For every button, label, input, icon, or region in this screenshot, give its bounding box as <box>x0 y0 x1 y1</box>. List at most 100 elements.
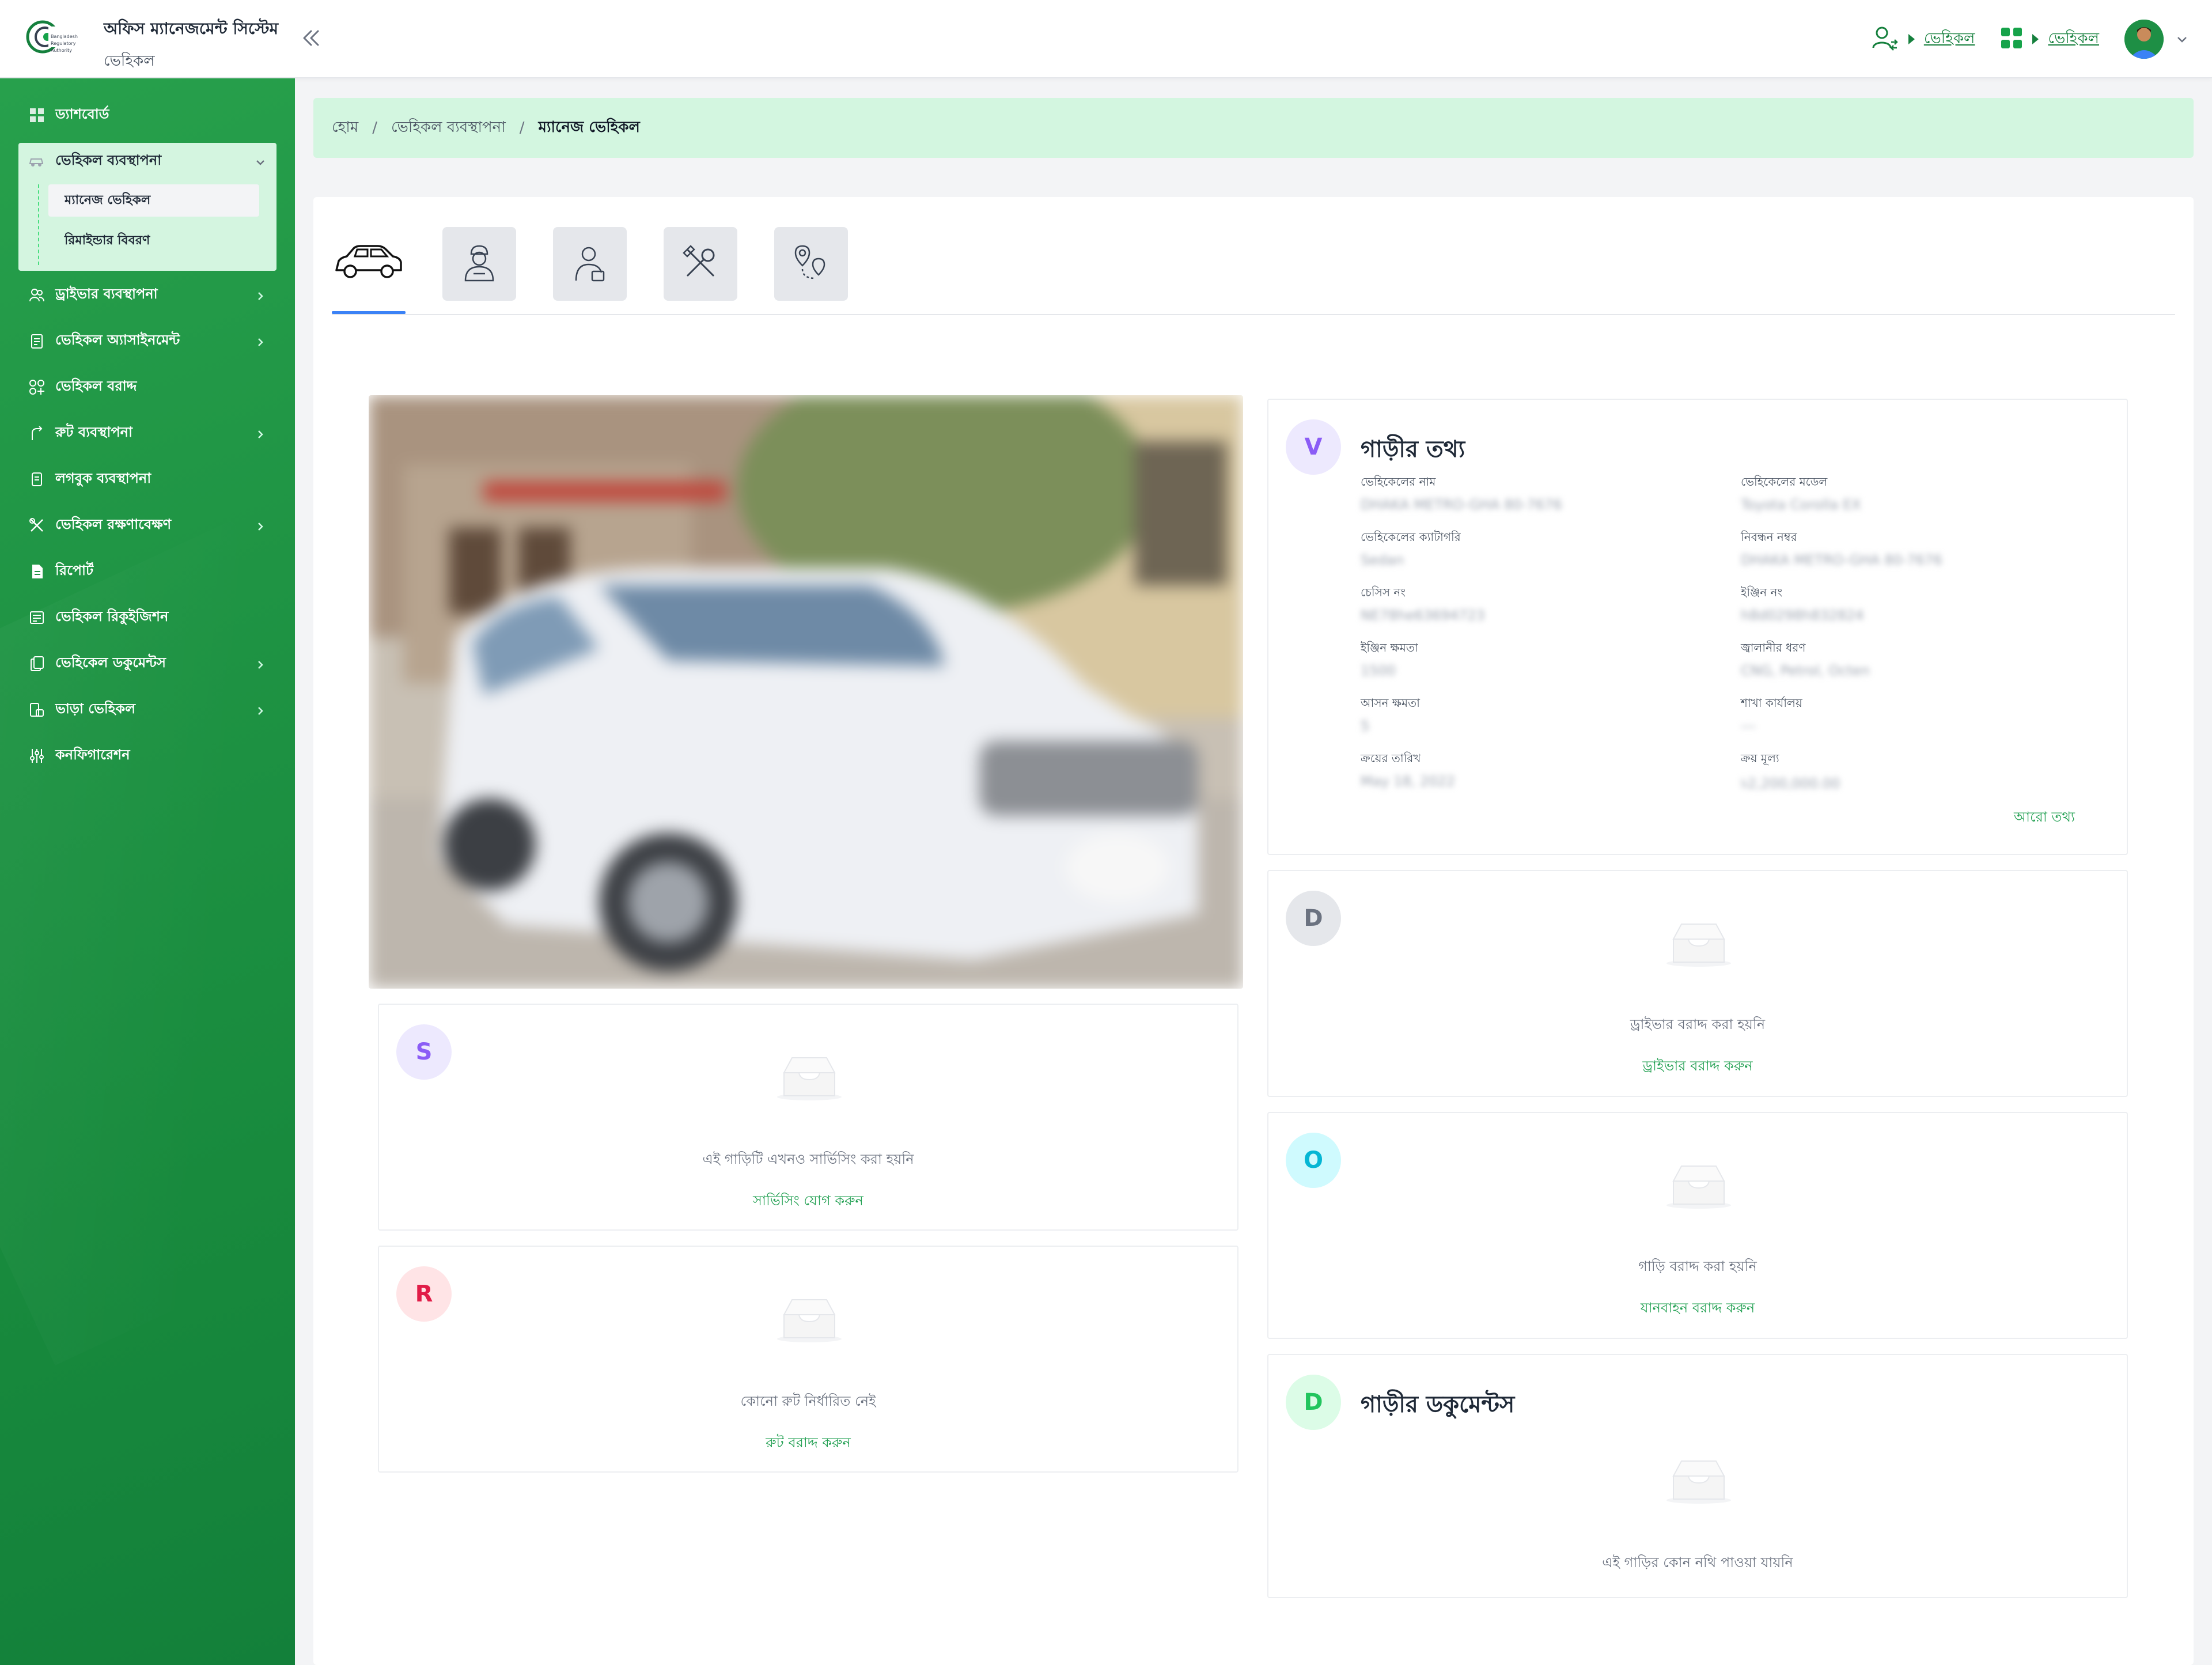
sidebar-item-logbook-management[interactable]: লগবুক ব্যবস্থাপনা <box>18 461 276 498</box>
field-value: DHAKA METRO-GHA 80-7676 <box>1741 552 1942 568</box>
field-value: May 18, 2022 <box>1361 773 1456 789</box>
service-letter-badge: S <box>396 1024 452 1080</box>
sidebar-item-rent-vehicle[interactable]: ভাড়া ভেহিকল <box>18 691 276 728</box>
driver-icon <box>462 244 497 284</box>
empty-inbox-icon <box>775 1053 844 1102</box>
sidebar-item-configuration[interactable]: কনফিগারেশন <box>18 737 276 774</box>
sidebar-item-label: লগবুক ব্যবস্থাপনা <box>55 470 151 486</box>
breadcrumb-section[interactable]: ভেহিকল ব্যবস্থাপনা <box>391 115 506 141</box>
allocation-card: O গাড়ি বরাদ্দ করা হয়নি যানবাহন বরাদ্দ … <box>1267 1112 2128 1339</box>
field-value: Toyota Corolla EX <box>1741 497 1861 513</box>
header-actions: ভেহিকল ভেহিকল <box>1870 17 2189 61</box>
tab-vehicle[interactable] <box>332 227 406 301</box>
user-avatar[interactable] <box>2124 20 2164 59</box>
chevron-right-icon <box>255 658 266 669</box>
tab-divider <box>332 314 2175 315</box>
breadcrumb-home[interactable]: হোম <box>332 115 358 141</box>
route-empty-text: কোনো রুট নির্ধারিত নেই <box>740 1393 876 1409</box>
assigned-person-icon <box>573 244 607 284</box>
vehicle-detail-panel: S এই গাড়িটি এখনও সার্ভিসিং করা হয়নি সা… <box>313 197 2194 1665</box>
field-value: ৳2,200,000.00 <box>1741 775 1840 792</box>
sidebar-item-label: ভেহিকল ব্যবস্থাপনা <box>55 152 162 168</box>
submenu-item-reminder-details[interactable]: রিমাইন্ডার বিবরণ <box>48 225 259 257</box>
field-value: Sedan <box>1361 552 1404 568</box>
brta-logo[interactable]: Bangladesh Regulatory Authority <box>25 16 83 62</box>
tab-assigned-person[interactable] <box>553 227 627 301</box>
empty-inbox-icon <box>1664 1161 1733 1210</box>
sidebar-item-label: ভেহিকল রিকুইজিশন <box>55 608 169 625</box>
add-servicing-link[interactable]: সার্ভিসিং যোগ করুন <box>379 1190 1237 1213</box>
svg-text:Authority: Authority <box>51 48 72 53</box>
sidebar-item-vehicle-requisition[interactable]: ভেহিকল রিকুইজিশন <box>18 599 276 636</box>
sidebar-item-vehicle-documents[interactable]: ভেহিকেল ডকুমেন্টস <box>18 645 276 682</box>
vehicle-info-card: V গাড়ীর তথ্য ভেহিকেলের নাম DHAKA METRO-… <box>1267 399 2128 855</box>
chevron-right-icon <box>255 520 266 531</box>
sidebar-item-label: রিপোর্ট <box>55 562 94 578</box>
chevron-down-icon[interactable] <box>2175 32 2189 46</box>
system-name: অফিস ম্যানেজমেন্ট সিস্টেম <box>104 19 279 38</box>
module-name: ভেহিকল <box>104 52 155 70</box>
chevron-down-icon <box>255 156 266 172</box>
svg-text:Bangladesh: Bangladesh <box>51 34 78 39</box>
field-label: ক্রয় মূল্য <box>1741 751 1779 765</box>
documents-empty-text: এই গাড়ির কোন নথি পাওয়া যায়নি <box>1602 1554 1793 1571</box>
sidebar-item-label: কনফিগারেশন <box>55 747 130 763</box>
vehicle-info-title: গাড়ীর তথ্য <box>1361 436 1465 463</box>
vehicle-user-link[interactable]: ভেহিকল <box>1870 24 1975 55</box>
breadcrumb: হোম / ভেহিকল ব্যবস্থাপনা / ম্যানেজ ভেহিক… <box>313 98 2194 158</box>
car-icon <box>333 243 404 285</box>
route-card: R কোনো রুট নির্ধারিত নেই রুট বরাদ্দ করুন <box>378 1246 1238 1473</box>
breadcrumb-separator: / <box>372 119 377 137</box>
collapse-sidebar-icon[interactable] <box>298 25 324 51</box>
sidebar-item-route-management[interactable]: রুট ব্যবস্থাপনা <box>18 415 276 452</box>
sidebar-item-label: ড্যাশবোর্ড <box>55 106 109 122</box>
car-icon <box>28 152 46 171</box>
field-value: CNG, Petrol, Octen <box>1741 663 1870 679</box>
logbook-icon <box>28 470 46 489</box>
sidebar-item-vehicle-allocation[interactable]: ভেহিকল বরাদ্দ <box>18 369 276 406</box>
sidebar-item-driver-management[interactable]: ড্রাইভার ব্যবস্থাপনা <box>18 277 276 313</box>
caret-right-icon <box>2032 34 2039 44</box>
field-label: ভেহিকেলের নাম <box>1361 475 1436 489</box>
chevron-right-icon <box>255 335 266 347</box>
assign-driver-link[interactable]: ড্রাইভার বরাদ্দ করুন <box>1268 1055 2127 1079</box>
field-label: শাখা কার্যালয় <box>1741 696 1802 710</box>
sidebar: ড্যাশবোর্ড ভেহিকল ব্যবস্থাপনা ম্যানেজ ভে… <box>0 78 295 1665</box>
chevron-right-icon <box>255 704 266 716</box>
requisition-icon <box>28 608 46 627</box>
tab-maintenance[interactable] <box>664 227 737 301</box>
documents-icon <box>28 654 46 673</box>
sidebar-group-vehicle-management: ভেহিকল ব্যবস্থাপনা ম্যানেজ ভেহিকল রিমাইন… <box>18 143 276 271</box>
assign-route-link[interactable]: রুট বরাদ্দ করুন <box>379 1432 1237 1455</box>
chevron-right-icon <box>255 427 266 439</box>
assign-vehicle-link[interactable]: যানবাহন বরাদ্দ করুন <box>1268 1297 2127 1320</box>
tab-driver[interactable] <box>442 227 516 301</box>
route-letter-badge: R <box>396 1266 452 1322</box>
vehicle-apps-link[interactable]: ভেহিকল <box>2000 27 2099 52</box>
documents-title: গাড়ীর ডকুমেন্টস <box>1361 1391 1515 1418</box>
field-label: ইঞ্জিন নং <box>1741 585 1783 599</box>
sidebar-item-report[interactable]: রিপোর্ট <box>18 553 276 590</box>
submenu-item-manage-vehicle[interactable]: ম্যানেজ ভেহিকল <box>48 184 259 217</box>
report-icon <box>28 562 46 581</box>
header-link-label[interactable]: ভেহিকল <box>2048 27 2099 52</box>
config-icon <box>28 747 46 765</box>
sidebar-item-label: ভেহিকল বরাদ্দ <box>55 378 137 394</box>
sidebar-item-vehicle-assignment[interactable]: ভেহিকল অ্যাসাইনমেন্ট <box>18 323 276 360</box>
documents-letter-badge: D <box>1286 1375 1341 1430</box>
driver-card: D ড্রাইভার বরাদ্দ করা হয়নি ড্রাইভার বরা… <box>1267 870 2128 1097</box>
service-empty-text: এই গাড়িটি এখনও সার্ভিসিং করা হয়নি <box>702 1151 914 1167</box>
allocation-letter-badge: O <box>1286 1133 1341 1188</box>
breadcrumb-current: ম্যানেজ ভেহিকল <box>538 119 640 136</box>
tools-icon <box>681 244 719 284</box>
sidebar-item-vehicle-maintenance[interactable]: ভেহিকল রক্ষণাবেক্ষণ <box>18 507 276 544</box>
tab-route[interactable] <box>774 227 848 301</box>
empty-inbox-icon <box>1664 919 1733 968</box>
more-info-link[interactable]: আরো তথ্য <box>2014 807 2075 830</box>
sidebar-item-dashboard[interactable]: ড্যাশবোর্ড <box>18 97 276 134</box>
dashboard-icon <box>28 106 46 124</box>
sidebar-item-vehicle-management[interactable]: ভেহিকল ব্যবস্থাপনা <box>18 143 276 180</box>
vehicle-info-letter-badge: V <box>1286 419 1341 475</box>
header-link-label[interactable]: ভেহিকল <box>1924 27 1975 52</box>
user-swap-icon <box>1870 24 1899 55</box>
